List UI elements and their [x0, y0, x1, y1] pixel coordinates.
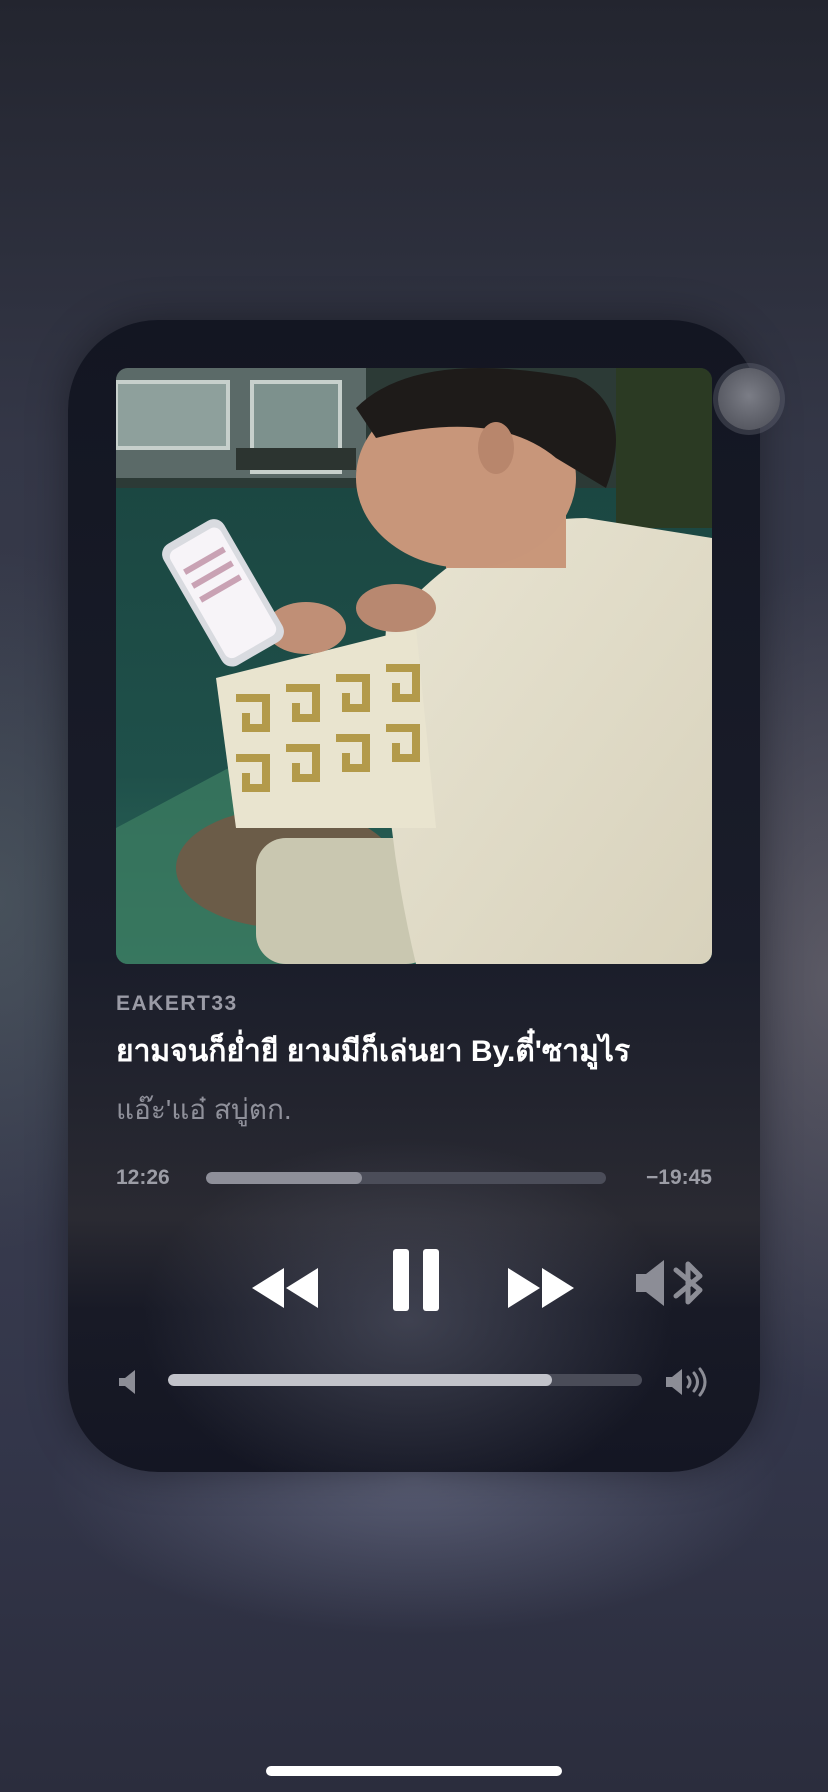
pause-button[interactable]: [386, 1244, 446, 1316]
audio-route-button[interactable]: [634, 1252, 712, 1314]
volume-slider[interactable]: [168, 1374, 642, 1386]
album-artwork: [116, 368, 712, 964]
playback-progress-fill: [206, 1172, 362, 1184]
volume-high-icon-wrap: [664, 1366, 712, 1398]
track-subtitle: แอ๊ะ'แอ๋ สบู่ตก.: [116, 1094, 292, 1125]
home-indicator[interactable]: [266, 1766, 562, 1776]
bluetooth-speaker-icon: [636, 1260, 703, 1306]
track-title: ยามจนก็ย่ำยี ยามมีก็เล่นยา By.ตี๋'ซามูไร: [116, 1035, 631, 1068]
volume-low-icon: [119, 1370, 135, 1394]
artist-label: EAKERT33: [116, 992, 238, 1015]
volume-slider-fill: [168, 1374, 552, 1386]
remaining-time: −19:45: [646, 1166, 712, 1189]
fast-forward-icon: [508, 1268, 574, 1308]
now-playing-card: EAKERT33 ยามจนก็ย่ำยี ยามมีก็เล่นยา By.ต…: [68, 320, 780, 1472]
elapsed-time: 12:26: [116, 1166, 170, 1189]
volume-high-icon: [666, 1367, 707, 1397]
close-handle-button[interactable]: [718, 368, 780, 430]
rewind-icon: [252, 1268, 318, 1308]
pause-icon: [393, 1249, 439, 1311]
volume-low-icon-wrap: [116, 1368, 140, 1396]
fast-forward-button[interactable]: [506, 1258, 576, 1318]
rewind-button[interactable]: [250, 1258, 320, 1318]
playback-scrubber[interactable]: [206, 1172, 606, 1184]
